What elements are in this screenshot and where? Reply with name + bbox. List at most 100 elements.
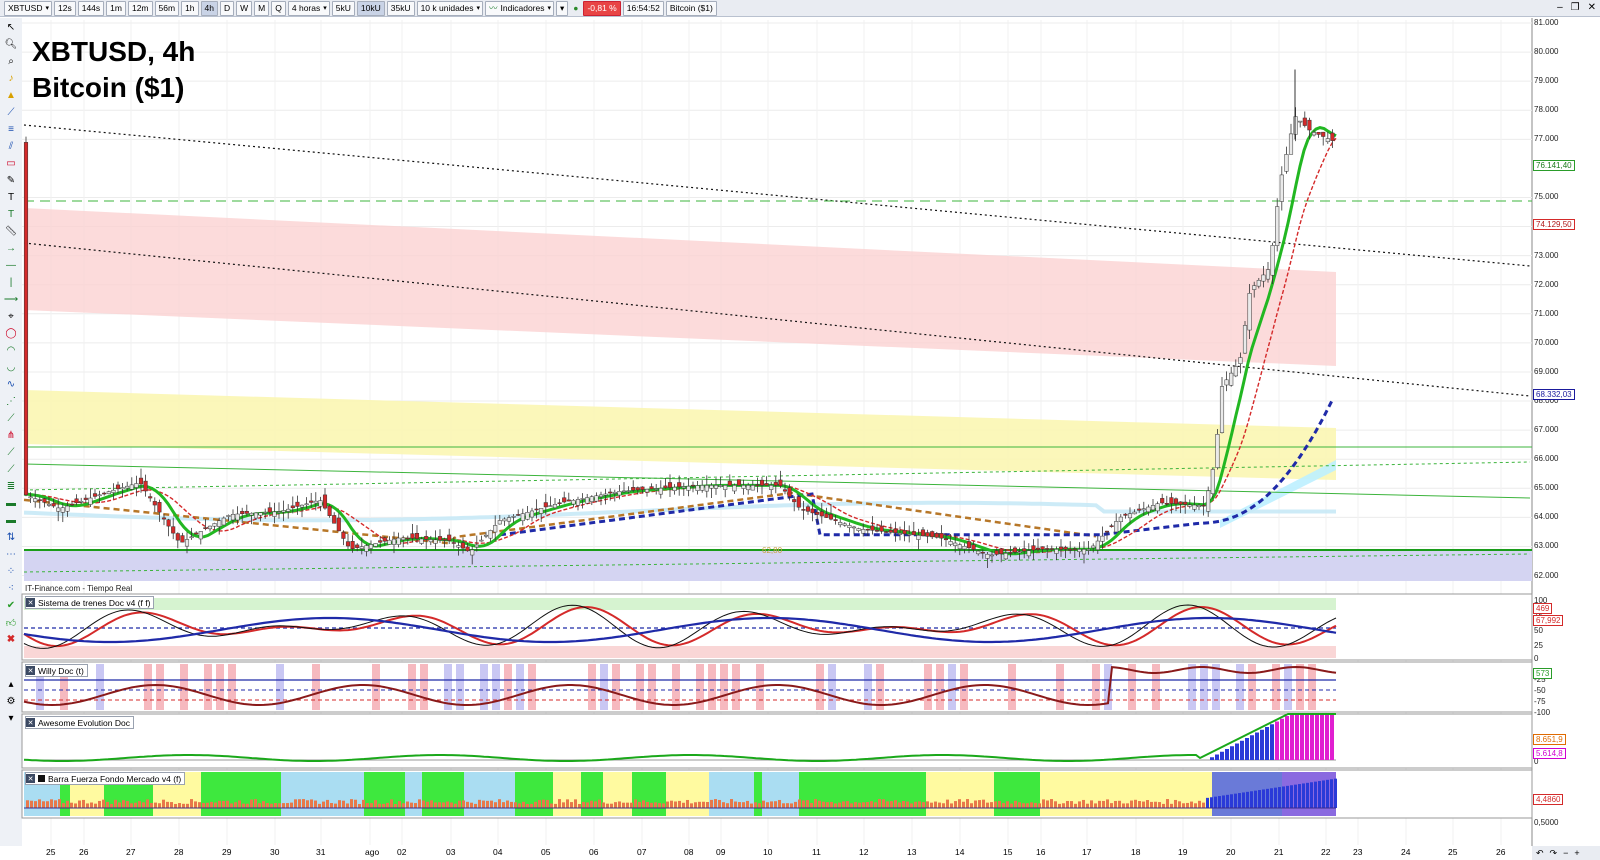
fuerza-bar: [634, 799, 637, 808]
scroll-right-icon[interactable]: ↷: [1550, 848, 1558, 859]
candle-body: [585, 497, 590, 504]
fuerza-bar: [426, 801, 429, 808]
candle-body: [511, 516, 516, 518]
candle-body: [552, 504, 558, 509]
fuerza-bg: [603, 772, 616, 816]
fuerza-bar: [1042, 799, 1045, 808]
candle-body: [364, 545, 369, 552]
candle-body: [608, 491, 613, 494]
scroll-left-icon[interactable]: ↶: [1536, 848, 1544, 859]
candle-body: [1265, 269, 1271, 280]
fuerza-bar: [782, 803, 785, 808]
fuerza-bar: [214, 802, 217, 808]
price-axis-label: 75.000: [1534, 192, 1559, 202]
candle-body: [79, 500, 84, 503]
fuerza-bar: [1270, 788, 1273, 808]
candle-body: [796, 496, 801, 508]
close-panel-icon[interactable]: ✕: [26, 666, 35, 675]
indicator-axis-label: 50: [1534, 626, 1543, 635]
candle-body: [976, 550, 981, 555]
fuerza-bar: [274, 802, 277, 808]
date-axis-label: 03: [446, 847, 456, 857]
candle-body: [1068, 549, 1073, 551]
fuerza-bar: [1246, 791, 1249, 808]
fuerza-bar: [606, 803, 609, 808]
fuerza-bar: [646, 801, 649, 808]
willy-bar: [1188, 664, 1196, 710]
fuerza-bar: [506, 800, 509, 808]
fuerza-bg: [438, 772, 464, 816]
fuerza-bar: [626, 802, 629, 808]
fuerza-bar: [750, 803, 753, 808]
fuerza-bar: [742, 802, 745, 808]
date-axis-label: 26: [1496, 847, 1506, 857]
candle-body: [378, 540, 383, 543]
fuerza-bar: [318, 803, 321, 808]
candle-body: [617, 491, 622, 496]
fuerza-bar: [546, 799, 549, 808]
candle-body: [175, 533, 180, 541]
candle-body: [1017, 551, 1022, 553]
fuerza-bar: [1230, 794, 1233, 808]
fuerza-bar: [662, 803, 665, 808]
fuerza-bar: [746, 800, 749, 808]
willy-bar: [204, 664, 212, 710]
awesome-bar: [1280, 718, 1284, 760]
fuerza-bar: [370, 803, 373, 808]
fuerza-bar: [170, 802, 173, 808]
fuerza-bar: [986, 802, 989, 808]
fuerza-bar: [966, 799, 969, 808]
fuerza-bar: [930, 802, 933, 808]
fuerza-bar: [106, 801, 109, 808]
candle-body: [916, 535, 921, 540]
fuerza-bar: [1302, 783, 1305, 808]
chart-canvas[interactable]: [0, 0, 1600, 860]
fuerza-bar: [482, 800, 485, 808]
close-panel-icon[interactable]: ✕: [26, 718, 35, 727]
fuerza-bar: [94, 803, 97, 808]
date-axis-label: 04: [493, 847, 503, 857]
awesome-bar: [1310, 714, 1314, 760]
date-axis-label: 28: [174, 847, 184, 857]
candle-body: [792, 499, 797, 503]
fuerza-bar: [302, 799, 305, 808]
indicator-value-tag: 469: [1533, 603, 1553, 614]
close-panel-icon[interactable]: ✕: [26, 774, 35, 783]
fuerza-bar: [1198, 800, 1201, 808]
date-axis-label: 22: [1321, 847, 1331, 857]
close-panel-icon[interactable]: ✕: [26, 598, 35, 607]
zoom-out-icon[interactable]: −: [1563, 848, 1568, 858]
fuerza-bg: [970, 772, 994, 816]
fuerza-bg: [894, 772, 926, 816]
candle-body: [709, 485, 714, 489]
date-axis-label: 31: [316, 847, 326, 857]
fuerza-bg: [856, 772, 894, 816]
price-axis-label: 70.000: [1534, 337, 1559, 347]
fuerza-bar: [906, 801, 909, 808]
candle-body: [557, 502, 562, 505]
fuerza-bar: [838, 802, 841, 808]
candle-body: [644, 488, 650, 493]
fuerza-bar: [186, 803, 189, 808]
fuerza-bg: [762, 772, 784, 816]
fuerza-bar: [1038, 803, 1041, 808]
fuerza-bar: [518, 803, 521, 808]
fuerza-bg: [593, 772, 603, 816]
price-axis-label: 62.000: [1534, 570, 1559, 580]
fuerza-bar: [842, 801, 845, 808]
fuerza-bar: [1194, 803, 1197, 808]
candle-body: [594, 495, 599, 502]
zoom-in-icon[interactable]: +: [1574, 848, 1579, 858]
fuerza-bar: [1214, 796, 1217, 808]
candle-body: [566, 499, 571, 502]
fuerza-bar: [110, 803, 113, 808]
candle-body: [368, 544, 374, 549]
fuerza-bar: [46, 801, 49, 808]
willy-bar: [636, 664, 644, 710]
candle-body: [157, 502, 162, 513]
date-axis-label: 09: [716, 847, 726, 857]
candle-body: [1063, 546, 1068, 550]
fuerza-bar: [914, 801, 917, 808]
candle-body: [1321, 131, 1326, 137]
candle-body: [534, 508, 539, 511]
